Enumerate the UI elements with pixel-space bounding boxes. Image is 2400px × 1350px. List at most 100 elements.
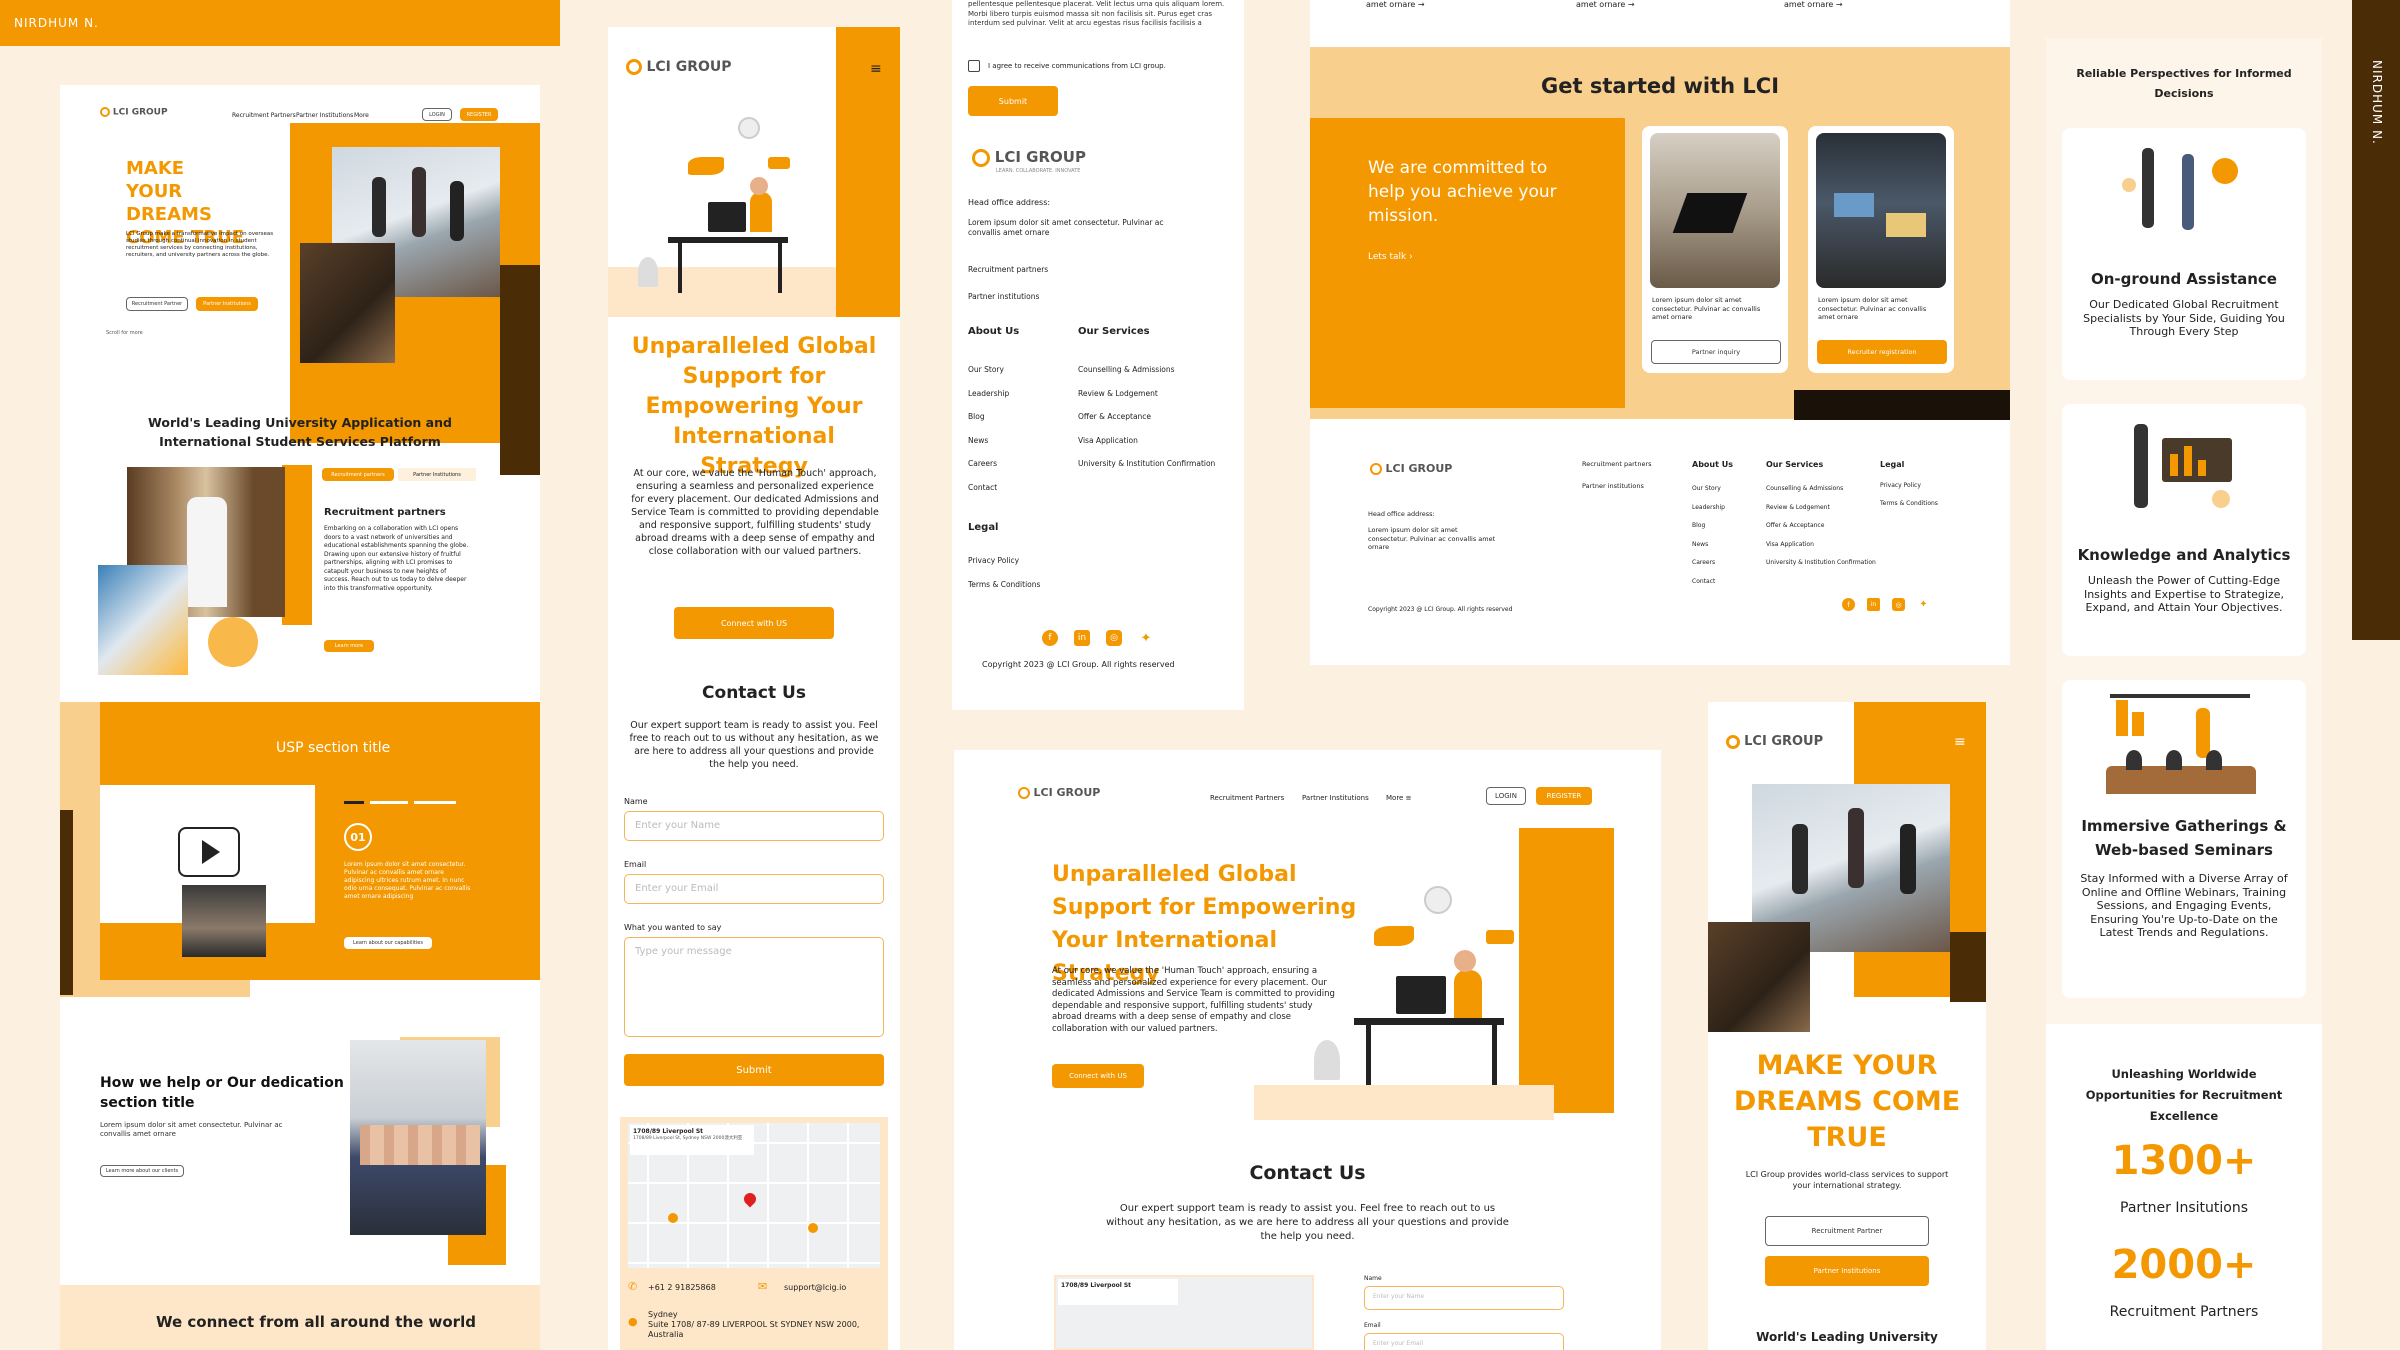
service-link[interactable]: Counselling & Admissions	[1766, 480, 1876, 499]
brand-logo-mobile[interactable]: LCI GROUP	[626, 59, 732, 75]
desktop-connect-button[interactable]: Connect with US	[1052, 1064, 1144, 1088]
hero-dark-block	[500, 265, 540, 475]
register-button-d2[interactable]: REGISTER	[1536, 787, 1592, 805]
nav-recruitment[interactable]: Recruitment Partners	[232, 112, 296, 119]
desktop-name-field[interactable]: Enter your Name	[1364, 1286, 1564, 1310]
tab-recruitment[interactable]: Recruitment partners	[322, 468, 394, 481]
mobile-partner-button[interactable]: Partner Institutions	[1765, 1256, 1929, 1286]
arrow-link[interactable]: amet ornare →	[1784, 0, 1843, 9]
inquiry-text: Lorem ipsum dolor sit amet consectetur. …	[1652, 296, 1761, 321]
features-panel: Reliable Perspectives for Informed Decis…	[2046, 38, 2322, 1350]
brand-logo-d2[interactable]: LCI GROUP	[1018, 786, 1100, 799]
footer-logo[interactable]: LCI GROUP	[972, 148, 1086, 167]
linkedin-icon[interactable]: in	[1867, 598, 1880, 611]
service-link[interactable]: University & Institution Confirmation	[1766, 554, 1876, 573]
brand-logo[interactable]: LCI GROUP	[100, 107, 168, 118]
about-link[interactable]: Careers	[1692, 554, 1725, 573]
instagram-icon[interactable]: ◎	[1892, 598, 1905, 611]
mobile-recruitment-button[interactable]: Recruitment Partner	[1765, 1216, 1929, 1246]
partner-inquiry-button[interactable]: Partner inquiry	[1651, 340, 1781, 364]
privacy-link-d[interactable]: Privacy Policy	[1880, 482, 1921, 489]
hero-partner-button[interactable]: Partner Institutions	[196, 297, 258, 311]
facebook-icon[interactable]: f	[1842, 598, 1855, 611]
social-icons-d: f in ◎ ✦	[1842, 598, 1930, 611]
footer-link-recruitment-d[interactable]: Recruitment partners	[1582, 460, 1652, 468]
footer-link-recruitment[interactable]: Recruitment partners	[968, 265, 1048, 274]
name-label: Name	[624, 797, 648, 806]
feature-body: Stay Informed with a Diverse Array of On…	[2080, 872, 2288, 939]
linkedin-icon[interactable]: in	[1074, 630, 1090, 646]
facebook-icon[interactable]: f	[1042, 630, 1058, 646]
terms-link[interactable]: Terms & Conditions	[968, 580, 1040, 589]
about-link[interactable]: Blog	[968, 405, 1009, 429]
nav-partner[interactable]: Partner Institutions	[296, 112, 353, 119]
service-link[interactable]: Counselling & Admissions	[1078, 358, 1215, 382]
usp-cap-button[interactable]: Learn about our capabilities	[344, 937, 432, 949]
mobile-hero-dark	[1950, 932, 1986, 1002]
service-link[interactable]: Review & Lodgement	[1766, 499, 1876, 518]
tab-partner[interactable]: Partner Institutions	[398, 468, 476, 481]
service-link[interactable]: Visa Application	[1078, 429, 1215, 453]
usp-title: USP section title	[276, 740, 391, 756]
arrow-link[interactable]: amet ornare →	[1366, 0, 1425, 9]
name-field[interactable]: Enter your Name	[624, 811, 884, 841]
service-link[interactable]: Offer & Acceptance	[1078, 405, 1215, 429]
arrow-link[interactable]: amet ornare →	[1576, 0, 1635, 9]
office-label-desktop: Head office address:	[1368, 510, 1435, 518]
about-link[interactable]: Leadership	[968, 382, 1009, 406]
help-body: Lorem ipsum dolor sit amet consectetur. …	[100, 1121, 283, 1138]
about-link[interactable]: Our Story	[1692, 480, 1725, 499]
mobile-reader-photo	[1708, 922, 1810, 1032]
login-button-d2[interactable]: LOGIN	[1486, 787, 1526, 805]
about-link[interactable]: Our Story	[968, 358, 1009, 382]
about-title-d: About Us	[1692, 460, 1733, 469]
about-link[interactable]: Leadership	[1692, 499, 1725, 518]
about-link[interactable]: News	[1692, 536, 1725, 555]
message-field[interactable]: Type your message	[624, 937, 884, 1037]
submit-button[interactable]: Submit	[624, 1054, 884, 1086]
opportunities-title: Unleashing Worldwide Opportunities for R…	[2085, 1067, 2283, 1123]
nav-partner-d2[interactable]: Partner Institutions	[1302, 794, 1369, 802]
service-link[interactable]: Visa Application	[1766, 536, 1876, 555]
terms-link-d[interactable]: Terms & Conditions	[1880, 500, 1938, 507]
footer-link-partner[interactable]: Partner institutions	[968, 292, 1039, 301]
privacy-link[interactable]: Privacy Policy	[968, 556, 1019, 565]
service-link[interactable]: Review & Lodgement	[1078, 382, 1215, 406]
footer-logo-desktop[interactable]: LCI GROUP	[1370, 462, 1452, 475]
instagram-icon[interactable]: ◎	[1106, 630, 1122, 646]
about-link[interactable]: News	[968, 429, 1009, 453]
about-link[interactable]: Blog	[1692, 517, 1725, 536]
nav-recruitment-d2[interactable]: Recruitment Partners	[1210, 794, 1284, 802]
login-button[interactable]: LOGIN	[422, 108, 452, 121]
help-clients-button[interactable]: Learn more about our clients	[100, 1165, 184, 1177]
form-submit-button[interactable]: Submit	[968, 86, 1058, 116]
service-link[interactable]: University & Institution Confirmation	[1078, 452, 1215, 476]
twitter-icon[interactable]: ✦	[1138, 630, 1154, 646]
register-button[interactable]: REGISTER	[460, 108, 498, 121]
footer-link-partner-d[interactable]: Partner institutions	[1582, 482, 1644, 490]
about-link[interactable]: Careers	[968, 452, 1009, 476]
mobile-hero-logo[interactable]: LCI GROUP	[1726, 734, 1823, 749]
desktop-email-field[interactable]: Enter your Email	[1364, 1333, 1564, 1350]
desktop-support-panel: LCI GROUP Recruitment Partners Partner I…	[954, 750, 1661, 1350]
play-icon[interactable]	[178, 827, 240, 877]
learn-more-button[interactable]: Learn more	[324, 640, 374, 652]
lets-talk-link[interactable]: Lets talk ›	[1368, 252, 1413, 262]
recruiter-registration-button[interactable]: Recruiter registration	[1817, 340, 1947, 364]
consent-checkbox[interactable]	[968, 60, 980, 72]
email-field[interactable]: Enter your Email	[624, 874, 884, 904]
connect-us-button[interactable]: Connect with US	[674, 607, 834, 639]
about-link[interactable]: Contact	[1692, 573, 1725, 592]
map[interactable]: 1708/89 Liverpool St 1708/89 Liverpool S…	[628, 1123, 880, 1268]
nav-more-d2[interactable]: More ≡	[1386, 794, 1411, 802]
hero-recruitment-button[interactable]: Recruitment Partner	[126, 297, 188, 311]
desktop-map[interactable]: 1708/89 Liverpool St	[1054, 1275, 1314, 1350]
about-link[interactable]: Contact	[968, 476, 1009, 500]
map-pin-icon	[741, 1190, 759, 1208]
stat-partners-label: Partner Insitutions	[2120, 1200, 2248, 1216]
menu-icon[interactable]: ≡	[870, 61, 882, 77]
nav-more[interactable]: More	[354, 112, 369, 119]
twitter-icon[interactable]: ✦	[1917, 598, 1930, 611]
mobile-menu-icon[interactable]: ≡	[1954, 734, 1966, 750]
service-link[interactable]: Offer & Acceptance	[1766, 517, 1876, 536]
